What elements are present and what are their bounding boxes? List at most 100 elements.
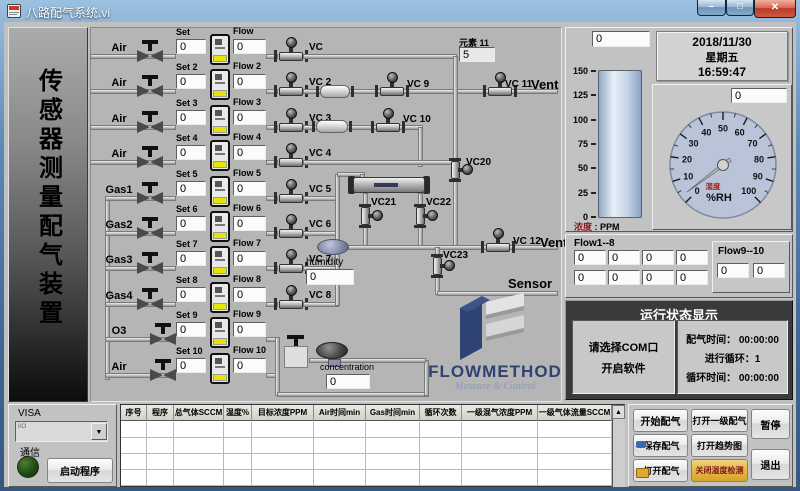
open-level1-button[interactable]: 打开一级配气 <box>691 409 748 432</box>
exit-button[interactable]: 退出 <box>751 449 790 480</box>
humidity-off-label: 关闭湿度检测 <box>696 465 744 476</box>
status-stats-box: 配气时间： 00:00:00 进行循环：1 循环时间： 00:00:00 <box>677 320 788 394</box>
table-cell[interactable] <box>538 454 612 470</box>
flow-readout: 0 <box>676 270 708 285</box>
mfc-graphic <box>215 74 222 80</box>
save-gas-label: 保存配气 <box>643 439 679 452</box>
table-cell[interactable] <box>314 422 366 438</box>
table-cell[interactable] <box>174 438 224 454</box>
table-cell[interactable] <box>224 470 252 486</box>
table-cell[interactable] <box>121 438 147 454</box>
table-cell[interactable] <box>224 438 252 454</box>
table-cell[interactable] <box>147 470 174 486</box>
table-cell[interactable] <box>366 454 420 470</box>
flow-label: Flow 9 <box>233 309 261 319</box>
manual-valve-icon <box>150 369 163 381</box>
manual-valve-icon <box>137 262 150 274</box>
table-cell[interactable] <box>314 454 366 470</box>
table-cell[interactable] <box>174 422 224 438</box>
vc-valve-body <box>279 264 303 273</box>
table-cell[interactable] <box>147 422 174 438</box>
table-scroll-up-button[interactable]: ▲ <box>612 405 625 419</box>
manual-valve-icon <box>137 156 150 168</box>
start-gas-button[interactable]: 开始配气 <box>633 409 688 432</box>
set-input[interactable]: 0 <box>176 358 206 373</box>
mfc-graphic <box>215 153 225 155</box>
table-cell[interactable] <box>147 454 174 470</box>
vc12-valve-body <box>486 243 510 252</box>
flow-indicator: 0 <box>233 322 266 337</box>
logo-mark <box>452 286 536 364</box>
table-cell[interactable] <box>252 470 314 486</box>
table-cell[interactable] <box>252 454 314 470</box>
manual-valve-icon <box>137 121 150 133</box>
humidity-sensor-icon <box>317 239 349 255</box>
table-cell[interactable] <box>366 422 420 438</box>
table-cell[interactable] <box>420 470 462 486</box>
table-cell[interactable] <box>462 454 538 470</box>
table-cell[interactable] <box>538 438 612 454</box>
flow-label: Flow 4 <box>233 132 261 142</box>
tank-tick-label: 125 <box>562 90 588 100</box>
table-cell[interactable] <box>121 470 147 486</box>
trend-button[interactable]: 打开趋势图 <box>691 434 748 457</box>
set-input[interactable]: 0 <box>176 145 206 160</box>
flow9-10-title: Flow9--10 <box>718 246 764 257</box>
table-cell[interactable] <box>366 470 420 486</box>
table-cell[interactable] <box>366 438 420 454</box>
set-input[interactable]: 0 <box>176 110 206 125</box>
mfc-brand-strip <box>213 90 227 97</box>
table-cell[interactable] <box>224 422 252 438</box>
set-input[interactable]: 0 <box>176 322 206 337</box>
table-cell[interactable] <box>538 470 612 486</box>
valve-handle <box>148 115 152 122</box>
table-cell[interactable] <box>420 438 462 454</box>
flow-indicator: 0 <box>233 251 266 266</box>
flow-readout: 0 <box>753 263 785 278</box>
manual-valve-icon <box>163 369 176 381</box>
set-input[interactable]: 0 <box>176 216 206 231</box>
table-cell[interactable] <box>174 470 224 486</box>
open-gas-button[interactable]: 打开配气 <box>633 459 688 482</box>
set-input[interactable]: 0 <box>176 181 206 196</box>
mfc-brand-strip <box>213 161 227 168</box>
program-table[interactable]: 序号程序总气体SCCM温度%目标浓度PPMAir时间minGas时间min循环次… <box>120 404 625 487</box>
table-cell[interactable] <box>121 454 147 470</box>
set-input[interactable]: 0 <box>176 39 206 54</box>
visa-combo-arrow[interactable]: ▼ <box>91 423 107 440</box>
set-input[interactable]: 0 <box>176 251 206 266</box>
table-cell[interactable] <box>462 470 538 486</box>
set-input[interactable]: 0 <box>176 74 206 89</box>
table-cell[interactable] <box>420 422 462 438</box>
table-cell[interactable] <box>224 454 252 470</box>
vc9-label: VC 9 <box>407 79 429 90</box>
table-cell[interactable] <box>121 422 147 438</box>
table-cell[interactable] <box>252 422 314 438</box>
table-cell[interactable] <box>420 454 462 470</box>
save-gas-button[interactable]: 保存配气 <box>633 434 688 457</box>
mfc-brand-strip <box>213 197 227 204</box>
flow-readout: 0 <box>717 263 749 278</box>
gauge-tick-label: 0 <box>695 186 700 196</box>
vc-valve-label: VC 5 <box>309 184 331 195</box>
mfc-graphic <box>215 189 225 191</box>
table-cell[interactable] <box>314 438 366 454</box>
pause-button[interactable]: 暂停 <box>751 409 790 439</box>
set-input[interactable]: 0 <box>176 287 206 302</box>
element11-input[interactable]: 5 <box>459 47 495 62</box>
table-cell[interactable] <box>538 422 612 438</box>
flow-label: Flow 3 <box>233 97 261 107</box>
set-label: Set 10 <box>176 346 203 356</box>
table-cell[interactable] <box>314 470 366 486</box>
table-cell[interactable] <box>462 422 538 438</box>
vc-valve-body <box>279 123 303 132</box>
comm-led <box>17 456 39 478</box>
table-cell[interactable] <box>462 438 538 454</box>
table-cell[interactable] <box>174 454 224 470</box>
table-cell[interactable] <box>147 438 174 454</box>
table-cell[interactable] <box>252 438 314 454</box>
visa-combo[interactable]: I/O ▼ <box>15 421 108 442</box>
start-program-button[interactable]: 启动程序 <box>47 458 113 483</box>
status-cycle-count: 进行循环：1 <box>705 350 761 365</box>
humidity-off-button[interactable]: 关闭湿度检测 <box>691 459 748 482</box>
